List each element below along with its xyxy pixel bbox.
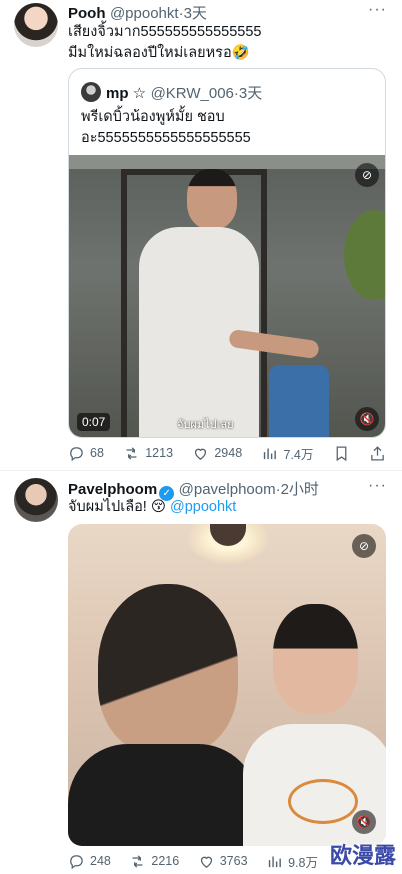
- tweet-2-actions: 248 2216 3763 9.8万: [68, 851, 318, 871]
- window-frame: [261, 169, 267, 437]
- tweet-text: จับผมไปเลือ! 😚 @ppoohkt: [68, 497, 236, 518]
- quoted-text-line-1: พรีเดบิ้วน้องพูห์มั้ย ชอบ: [81, 109, 225, 125]
- bookmark-icon: [336, 445, 347, 461]
- avatar-mp[interactable]: [81, 82, 101, 102]
- timestamp[interactable]: 2小时: [281, 481, 319, 498]
- author-name[interactable]: Pavelphoom: [68, 481, 157, 498]
- bar-chart-icon: [264, 448, 277, 459]
- quoted-text-line-2: อะ5555555555555555555: [81, 130, 251, 146]
- share-button[interactable]: [369, 445, 386, 462]
- divider: [0, 470, 402, 471]
- timestamp[interactable]: 3天: [184, 5, 207, 22]
- reply-count: 68: [90, 446, 104, 460]
- gif-badge-icon[interactable]: ⊘: [352, 534, 376, 558]
- view-count: 7.4万: [283, 447, 314, 462]
- reply-icon: [70, 446, 83, 461]
- heart-icon: [195, 448, 207, 460]
- retweet-icon: [132, 854, 143, 868]
- person-head: [187, 169, 237, 229]
- more-options-button[interactable]: ···: [368, 1, 387, 19]
- avatar-pavelphoom[interactable]: [14, 478, 58, 522]
- mute-icon[interactable]: 🔇: [352, 810, 376, 834]
- tweet-text-line-2: มีมใหม่ฉลองปีใหม่เลยหรอ🤣: [68, 45, 250, 61]
- views-button[interactable]: 7.4万: [261, 444, 313, 463]
- retweet-button[interactable]: 1213: [123, 445, 173, 462]
- quoted-author-handle[interactable]: @KRW_006: [151, 85, 234, 102]
- video-subtitle: จับผมไปเลย: [177, 419, 234, 431]
- retweet-count: 1213: [145, 446, 174, 460]
- quoted-tweet[interactable]: mp ☆ @KRW_006·3天 พรีเดบิ้วน้องพูห์มั้ย ช…: [68, 68, 386, 438]
- tweet-2-video[interactable]: ⊘ 🔇: [68, 524, 386, 846]
- person-left-body: [68, 744, 258, 846]
- tweet-text-body: จับผมไปเลือ! 😚: [68, 499, 166, 515]
- like-button[interactable]: 3763: [198, 853, 248, 870]
- chair: [269, 365, 329, 437]
- video-duration: 0:07: [77, 413, 111, 431]
- bookmark-button[interactable]: [333, 445, 350, 462]
- like-count: 2948: [214, 446, 243, 460]
- author-handle[interactable]: @pavelphoom: [179, 481, 276, 498]
- building-roof: [69, 155, 385, 169]
- share-icon: [371, 445, 384, 461]
- person-right-head: [273, 604, 358, 714]
- heart-icon: [200, 856, 212, 868]
- window-frame: [121, 169, 127, 437]
- retweet-icon: [126, 446, 137, 460]
- retweet-button[interactable]: 2216: [129, 853, 179, 870]
- tweet-1-actions: 68 1213 2948 7.4万: [68, 443, 386, 463]
- quoted-video[interactable]: ⊘ 0:07 จับผมไปเลย 🔇: [69, 155, 385, 437]
- view-count: 9.8万: [288, 855, 318, 870]
- reply-icon: [70, 854, 83, 869]
- bar-chart-icon: [268, 856, 281, 867]
- tweet-text-line-1: เสียงจิ้วมาก555555555555555: [68, 24, 262, 40]
- mention-link[interactable]: @ppoohkt: [170, 499, 236, 515]
- quoted-author-name[interactable]: mp ☆: [106, 85, 146, 102]
- shirt-logo: [288, 779, 358, 824]
- avatar-pooh[interactable]: [14, 3, 58, 47]
- window-frame: [121, 169, 267, 175]
- retweet-count: 2216: [151, 854, 180, 868]
- more-options-button[interactable]: ···: [368, 477, 387, 495]
- like-count: 3763: [219, 854, 248, 868]
- plant: [344, 210, 385, 300]
- views-button[interactable]: 9.8万: [266, 852, 318, 871]
- gif-badge-icon[interactable]: ⊘: [355, 163, 379, 187]
- author-handle[interactable]: @ppoohkt: [110, 5, 179, 22]
- reply-button[interactable]: 68: [68, 445, 104, 462]
- reply-button[interactable]: 248: [68, 853, 111, 870]
- like-button[interactable]: 2948: [192, 445, 242, 462]
- person-left-head: [98, 584, 238, 754]
- quoted-header: mp ☆ @KRW_006·3天: [106, 82, 262, 103]
- mute-icon[interactable]: 🔇: [355, 407, 379, 431]
- quoted-timestamp[interactable]: 3天: [239, 85, 262, 102]
- watermark: 欧漫露: [329, 844, 396, 869]
- tweet-1-header: Pooh @ppoohkt·3天: [68, 2, 207, 23]
- author-name[interactable]: Pooh: [68, 5, 106, 22]
- reply-count: 248: [90, 854, 111, 868]
